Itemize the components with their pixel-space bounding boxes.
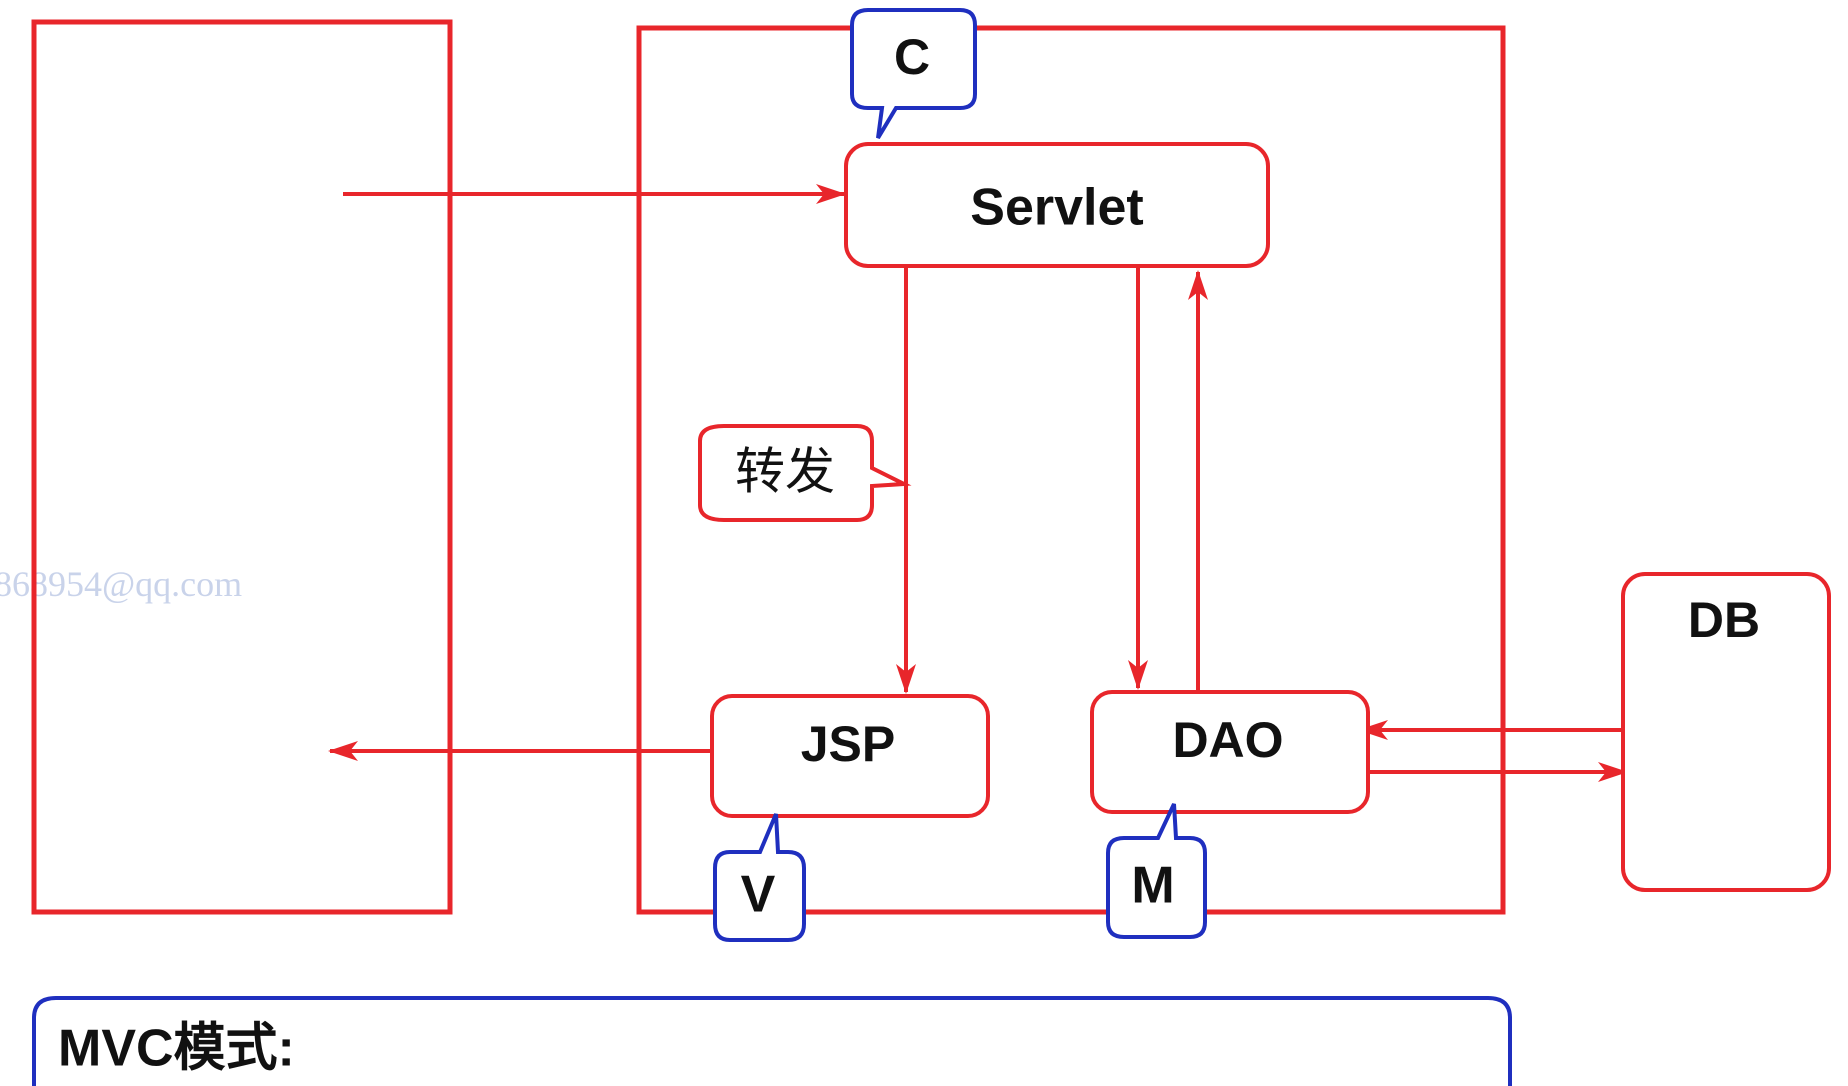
dao-label: DAO (1172, 712, 1283, 768)
jsp-label: JSP (801, 716, 896, 772)
view-callout: V (713, 813, 806, 942)
servlet-node: Servlet (844, 142, 1270, 268)
footer-box: MVC模式: (32, 996, 1512, 1086)
mvc-diagram: 868954@qq.com Servlet C 转发 JSP V DAO M D… (0, 8, 1831, 1086)
controller-callout: C (850, 8, 977, 140)
db-label: DB (1688, 592, 1760, 648)
forward-callout: 转发 (698, 424, 912, 522)
db-node: DB (1621, 572, 1831, 892)
model-callout: M (1106, 803, 1207, 939)
view-tag: V (741, 866, 776, 924)
jsp-node: JSP (710, 694, 990, 818)
client-box (31, 19, 453, 915)
model-tag: M (1131, 857, 1174, 915)
forward-label: 转发 (735, 443, 835, 501)
footer-title: MVC模式: (58, 1020, 295, 1078)
controller-tag: C (894, 29, 930, 85)
dao-node: DAO (1090, 690, 1370, 814)
servlet-label: Servlet (970, 179, 1143, 237)
